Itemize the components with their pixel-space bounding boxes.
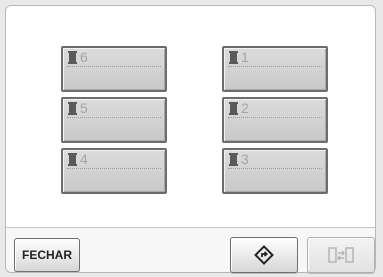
spool-icon — [68, 102, 77, 115]
spool-icon — [229, 153, 238, 166]
spool-slot-4[interactable]: 4 — [61, 148, 167, 194]
spool-icon — [229, 102, 238, 115]
spool-slot-number: 2 — [241, 100, 249, 116]
spool-slot-3[interactable]: 3 — [222, 148, 328, 194]
spool-slot-number: 6 — [80, 49, 88, 65]
slot-dotted-line — [228, 168, 322, 169]
slot-dotted-line — [67, 66, 161, 67]
spool-slot-6[interactable]: 6 — [61, 46, 167, 92]
slot-dotted-line — [228, 66, 322, 67]
screen: 6 5 4 1 2 3 FECHAR — [5, 5, 376, 273]
thread-spool-panel: 6 5 4 1 2 3 — [6, 6, 375, 228]
swap-spools-button[interactable] — [307, 237, 375, 273]
spool-slot-number: 3 — [241, 151, 249, 167]
spool-icon — [68, 153, 77, 166]
spool-icon — [68, 51, 77, 64]
spool-slot-number: 1 — [241, 49, 249, 65]
spool-slot-2[interactable]: 2 — [222, 97, 328, 143]
spool-icon — [229, 51, 238, 64]
slot-dotted-line — [67, 168, 161, 169]
reset-button[interactable] — [230, 237, 298, 273]
spool-slot-1[interactable]: 1 — [222, 46, 328, 92]
close-button[interactable]: FECHAR — [14, 238, 80, 272]
spool-slot-number: 5 — [80, 100, 88, 116]
diamond-rotate-icon — [254, 245, 274, 265]
spool-swap-icon — [328, 247, 354, 263]
slot-dotted-line — [228, 117, 322, 118]
slot-dotted-line — [67, 117, 161, 118]
spool-slot-5[interactable]: 5 — [61, 97, 167, 143]
spool-slot-number: 4 — [80, 151, 88, 167]
